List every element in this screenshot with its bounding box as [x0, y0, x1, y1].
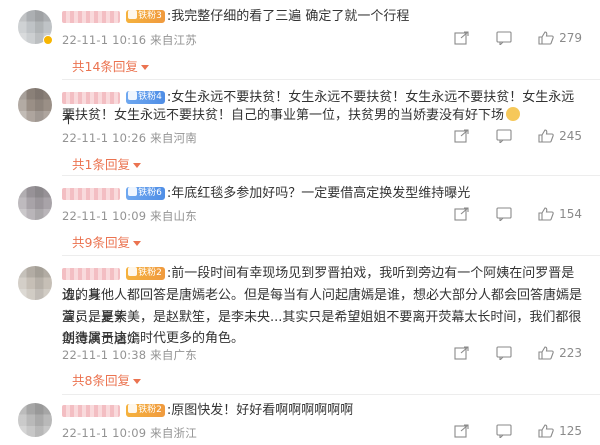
- username[interactable]: [62, 187, 120, 200]
- comment-text: :年底红毯多参加好吗？一定要借高定换发型维持曝光: [166, 186, 471, 201]
- comment-text: 要扶贫！女生永远不要扶贫！自己的事业第一位，扶贫男的当娇妻没有好下场: [62, 108, 505, 123]
- chevron-down-icon: [140, 65, 149, 70]
- like-count: 125: [559, 424, 582, 438]
- emoji-icon: [506, 107, 521, 121]
- comment-icon[interactable]: [496, 31, 512, 45]
- fan-badge: 铁粉2: [126, 267, 165, 280]
- share-icon[interactable]: [454, 424, 470, 438]
- like-count: 154: [559, 207, 582, 221]
- avatar[interactable]: [18, 403, 52, 437]
- avatar[interactable]: [18, 88, 52, 122]
- comment-date: 22-11-1 10:09: [62, 209, 147, 223]
- fan-badge: 铁粉4: [126, 91, 165, 104]
- username[interactable]: [62, 10, 120, 23]
- username[interactable]: [62, 267, 120, 280]
- like-icon[interactable]: [538, 346, 554, 360]
- comment-icon[interactable]: [496, 424, 512, 438]
- like-icon[interactable]: [538, 207, 554, 221]
- comment-item: 铁粉2:前一段时间有幸现场见到罗晋拍戏，我听到旁边有一个阿姨在问罗晋是谁，身 边…: [0, 256, 600, 393]
- comment-location: 来自江苏: [150, 33, 197, 47]
- comment-item: 铁粉4:女生永远不要扶贫！女生永远不要扶贫！女生永远不要扶贫！女生永远不 要扶贫…: [0, 80, 600, 175]
- comment-date: 22-11-1 10:09: [62, 426, 147, 440]
- like-count: 223: [559, 346, 582, 360]
- comment-date: 22-11-1 10:26: [62, 131, 147, 145]
- fan-badge: 铁粉6: [126, 187, 165, 200]
- comment-item: 铁粉6:年底红毯多参加好吗？一定要借高定换发型维持曝光 22-11-1 10:0…: [0, 176, 600, 254]
- like-icon[interactable]: [538, 424, 554, 438]
- like-count: 279: [559, 31, 582, 45]
- verified-badge-icon: [43, 35, 53, 45]
- comment-location: 来自山东: [150, 209, 197, 223]
- comment-icon[interactable]: [496, 207, 512, 221]
- share-icon[interactable]: [454, 346, 470, 360]
- comment-icon[interactable]: [496, 129, 512, 143]
- comment-date: 22-11-1 10:38: [62, 348, 147, 362]
- share-icon[interactable]: [454, 207, 470, 221]
- replies-toggle[interactable]: 共8条回复: [72, 370, 141, 389]
- comment-item: 铁粉2:原图快发！好好看啊啊啊啊啊啊 22-11-1 10:09 来自浙江 12…: [0, 395, 600, 445]
- username[interactable]: [62, 91, 120, 104]
- comment-text: :我完整仔细的看了三遍 确定了就一个行程: [166, 9, 410, 24]
- replies-toggle[interactable]: 共1条回复: [72, 154, 141, 173]
- fan-badge: 铁粉2: [126, 404, 165, 417]
- comment-date: 22-11-1 10:16: [62, 33, 147, 47]
- chevron-down-icon: [132, 379, 141, 384]
- comment-location: 来自河南: [150, 131, 197, 145]
- comment-item: 铁粉3:我完整仔细的看了三遍 确定了就一个行程 22-11-1 10:16 来自…: [0, 0, 600, 80]
- comment-location: 来自广东: [150, 348, 197, 362]
- share-icon[interactable]: [454, 31, 470, 45]
- chevron-down-icon: [132, 163, 141, 168]
- username[interactable]: [62, 404, 120, 417]
- comment-location: 来自浙江: [150, 426, 197, 440]
- avatar[interactable]: [18, 186, 52, 220]
- replies-toggle[interactable]: 共9条回复: [72, 232, 141, 251]
- like-count: 245: [559, 129, 582, 143]
- fan-badge: 铁粉3: [126, 10, 165, 23]
- comment-icon[interactable]: [496, 346, 512, 360]
- comment-text: :原图快发！好好看啊啊啊啊啊啊: [166, 403, 354, 418]
- chevron-down-icon: [132, 241, 141, 246]
- replies-toggle[interactable]: 共14条回复: [72, 56, 149, 75]
- avatar[interactable]: [18, 266, 52, 300]
- like-icon[interactable]: [538, 129, 554, 143]
- share-icon[interactable]: [454, 129, 470, 143]
- like-icon[interactable]: [538, 31, 554, 45]
